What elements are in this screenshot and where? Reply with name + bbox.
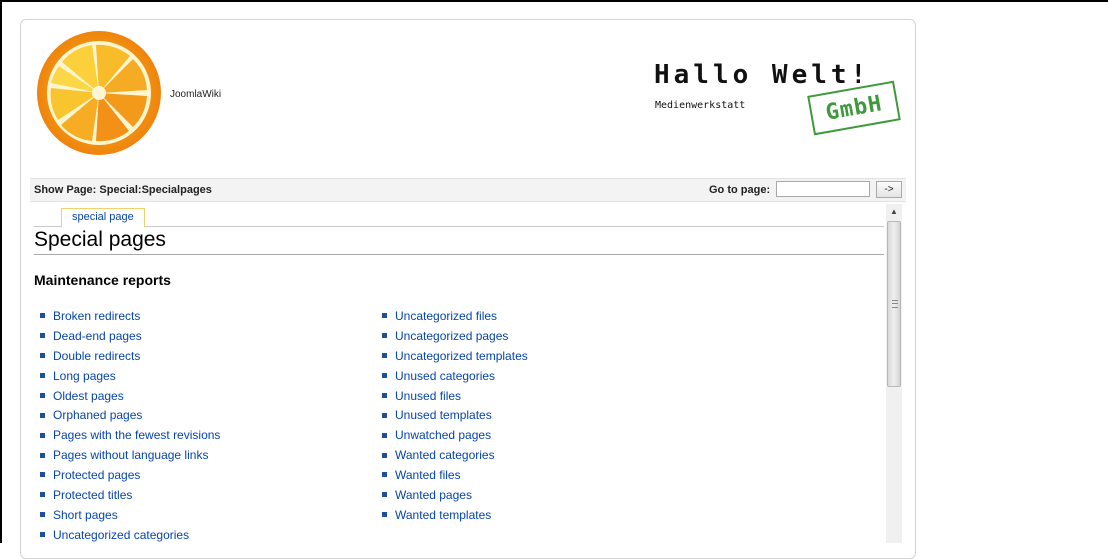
link-list-item: Unwatched pages: [382, 426, 528, 446]
link-list-item: Double redirects: [40, 347, 220, 367]
square-bullet-icon: [40, 353, 45, 359]
brand-subtitle: Medienwerkstatt: [655, 100, 746, 111]
link-list-item: Wanted pages: [382, 486, 528, 506]
content-area: special page Special pages Maintenance r…: [30, 204, 902, 543]
orange-slice-logo: [37, 31, 161, 155]
square-bullet-icon: [382, 412, 387, 418]
special-page-link[interactable]: Oldest pages: [53, 389, 124, 403]
link-list-item: Long pages: [40, 367, 220, 387]
square-bullet-icon: [382, 313, 387, 319]
square-bullet-icon: [40, 373, 45, 378]
square-bullet-icon: [382, 373, 387, 378]
square-bullet-icon: [40, 432, 45, 438]
link-list-item: Uncategorized pages: [382, 327, 528, 347]
link-list-item: Short pages: [40, 506, 220, 526]
square-bullet-icon: [382, 432, 387, 438]
square-bullet-icon: [382, 492, 387, 498]
link-list-item: Pages without language links: [40, 446, 220, 466]
special-page-link[interactable]: Orphaned pages: [53, 408, 142, 422]
brand-title: Hallo Welt!: [654, 60, 871, 90]
special-page-link[interactable]: Double redirects: [53, 349, 140, 363]
square-bullet-icon: [382, 512, 387, 518]
link-list-item: Wanted categories: [382, 446, 528, 466]
square-bullet-icon: [382, 353, 387, 359]
special-page-link[interactable]: Uncategorized files: [395, 309, 497, 323]
link-list-item: Orphaned pages: [40, 406, 220, 426]
right-link-list: Uncategorized files Uncategorized pages Un…: [382, 307, 528, 526]
square-bullet-icon: [40, 512, 45, 518]
square-bullet-icon: [40, 412, 45, 418]
square-bullet-icon: [382, 392, 387, 398]
arrow-up-icon[interactable]: ▲: [886, 204, 902, 220]
special-page-link[interactable]: Wanted files: [395, 468, 461, 482]
link-list-item: Unused templates: [382, 406, 528, 426]
page-toolbar: Show Page: Special:Specialpages Go to pa…: [30, 178, 906, 202]
scroll-thumb[interactable]: [887, 221, 901, 387]
link-list-item: Oldest pages: [40, 387, 220, 407]
special-page-link[interactable]: Pages without language links: [53, 448, 208, 462]
square-bullet-icon: [40, 452, 45, 458]
link-list-item: Uncategorized categories: [40, 526, 220, 543]
special-page-link[interactable]: Unused templates: [395, 408, 492, 422]
square-bullet-icon: [382, 472, 387, 478]
vertical-scrollbar[interactable]: ▲: [886, 204, 902, 543]
special-page-link[interactable]: Dead-end pages: [53, 329, 142, 343]
link-list-item: Uncategorized templates: [382, 347, 528, 367]
page-title: Special pages: [34, 228, 884, 255]
square-bullet-icon: [40, 472, 45, 478]
special-page-link[interactable]: Unwatched pages: [395, 428, 491, 442]
special-page-link[interactable]: Wanted categories: [395, 448, 495, 462]
special-page-link[interactable]: Long pages: [53, 369, 116, 383]
special-page-link[interactable]: Pages with the fewest revisions: [53, 428, 220, 442]
square-bullet-icon: [40, 392, 45, 398]
link-list-item: Wanted templates: [382, 506, 528, 526]
brand-logo: Hallo Welt! Medienwerkstatt GmbH: [650, 60, 901, 140]
special-page-link[interactable]: Wanted pages: [395, 488, 472, 502]
special-page-link[interactable]: Wanted templates: [395, 508, 491, 522]
square-bullet-icon: [382, 452, 387, 458]
special-page-link[interactable]: Protected pages: [53, 468, 140, 482]
link-list-item: Unused files: [382, 387, 528, 407]
square-bullet-icon: [40, 492, 45, 498]
special-page-link[interactable]: Unused categories: [395, 369, 495, 383]
section-title: Maintenance reports: [34, 272, 171, 288]
left-link-list: Broken redirects Dead-end pages Double red…: [40, 307, 220, 543]
square-bullet-icon: [40, 333, 45, 339]
goto-button[interactable]: ->: [876, 181, 902, 198]
link-list-item: Dead-end pages: [40, 327, 220, 347]
link-list-item: Broken redirects: [40, 307, 220, 327]
special-page-link[interactable]: Broken redirects: [53, 309, 140, 323]
square-bullet-icon: [382, 333, 387, 339]
grip-icon: [892, 300, 898, 308]
link-list-item: Protected titles: [40, 486, 220, 506]
show-page-label: Show Page: Special:Specialpages: [34, 184, 212, 196]
special-page-link[interactable]: Uncategorized templates: [395, 349, 528, 363]
site-name[interactable]: JoomlaWiki: [170, 89, 221, 100]
special-page-link[interactable]: Protected titles: [53, 488, 132, 502]
link-list-item: Unused categories: [382, 367, 528, 387]
link-list-item: Wanted files: [382, 466, 528, 486]
square-bullet-icon: [40, 313, 45, 319]
goto-label: Go to page:: [709, 184, 771, 196]
special-page-link[interactable]: Unused files: [395, 389, 461, 403]
tab-divider: [34, 226, 884, 227]
link-list-item: Protected pages: [40, 466, 220, 486]
special-page-link[interactable]: Uncategorized categories: [53, 528, 189, 542]
link-list-item: Uncategorized files: [382, 307, 528, 327]
special-page-link[interactable]: Short pages: [53, 508, 118, 522]
goto-input[interactable]: [776, 181, 870, 197]
link-list-item: Pages with the fewest revisions: [40, 426, 220, 446]
square-bullet-icon: [40, 532, 45, 538]
special-page-link[interactable]: Uncategorized pages: [395, 329, 508, 343]
tab-special-page[interactable]: special page: [61, 208, 145, 228]
